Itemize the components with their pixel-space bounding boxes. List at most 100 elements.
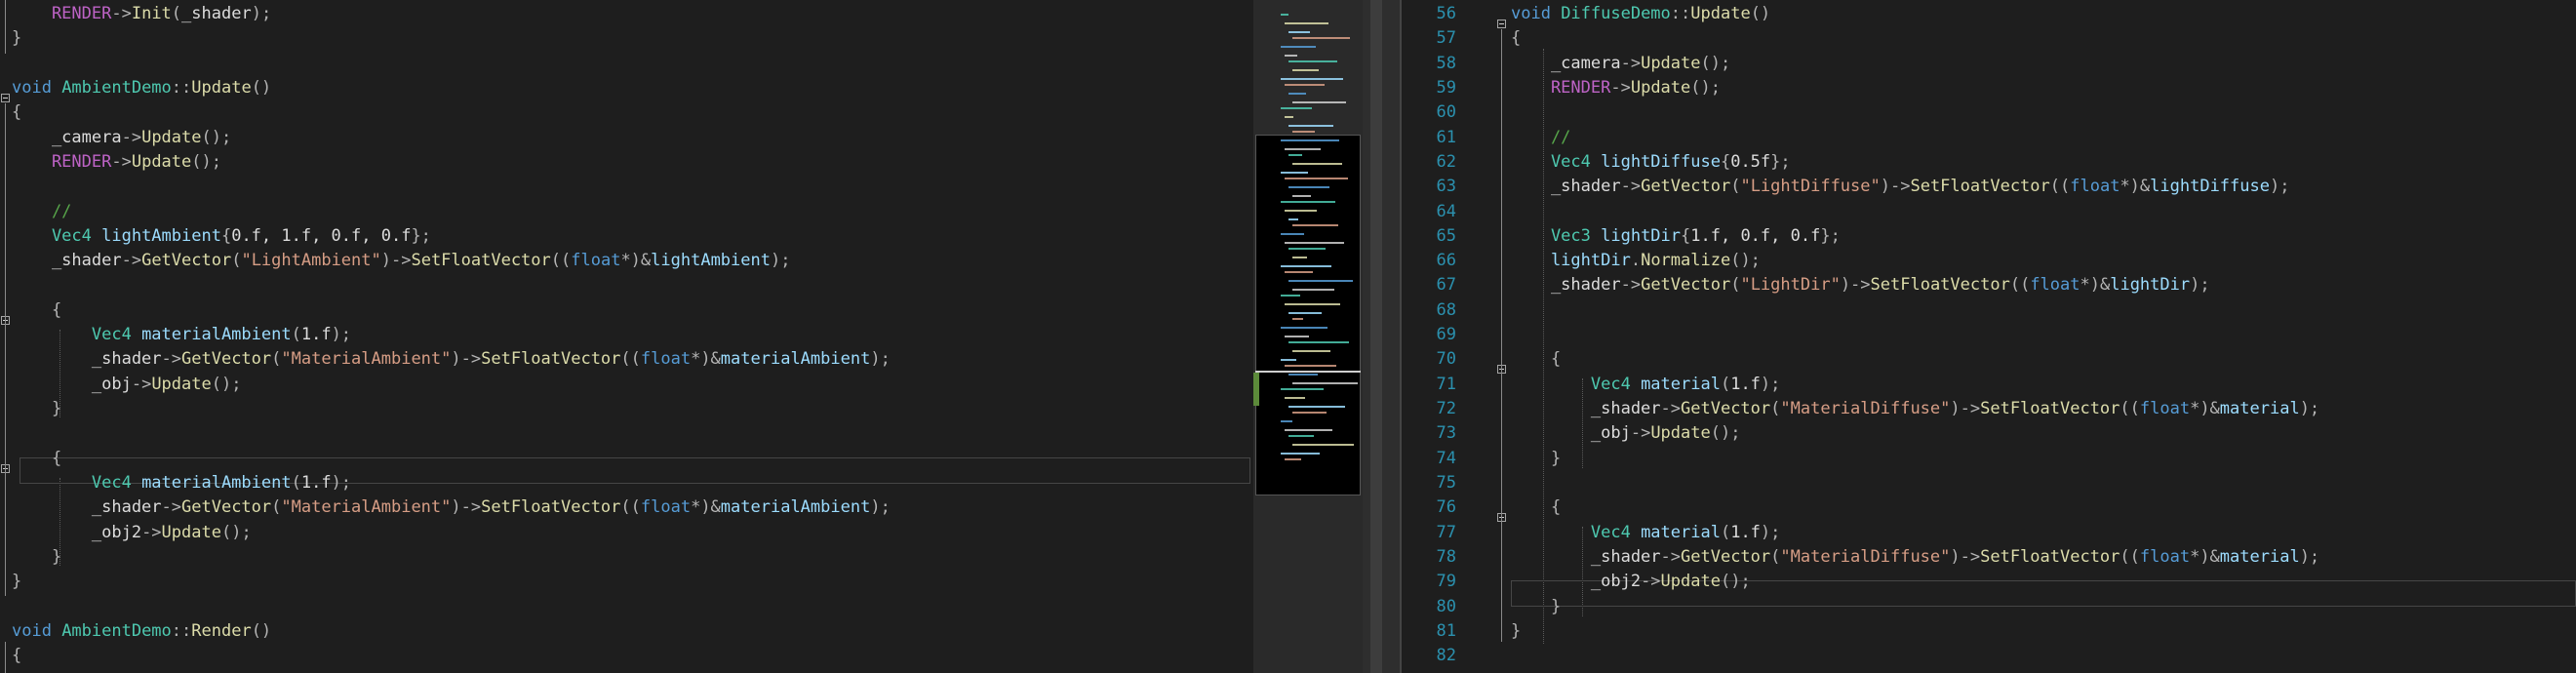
code-token: GetVector [181, 497, 272, 517]
code-token: _shader [12, 251, 122, 270]
line-number: 63 [1436, 177, 1456, 196]
code-token: ); [870, 497, 891, 517]
left-code-editor[interactable]: RENDER->Init(_shader);} void AmbientDemo:… [0, 0, 1253, 673]
fold-toggle-icon[interactable] [1, 94, 10, 102]
code-token: (); [1700, 54, 1731, 73]
code-token: Vec4 [12, 473, 142, 493]
code-text: _shader->GetVector("MaterialDiffuse")->S… [1511, 397, 2319, 421]
code-token: void [12, 78, 62, 98]
line-number: 78 [1436, 547, 1456, 567]
code-text: _camera->Update(); [12, 126, 231, 150]
code-token: -> [1660, 547, 1682, 567]
code-token: { [12, 646, 22, 665]
code-token: lightDir [1601, 226, 1682, 246]
code-text: { [12, 100, 21, 125]
code-token: ( [291, 325, 301, 344]
code-token: } [1511, 449, 1562, 468]
code-text: // [12, 200, 71, 224]
minimap-code-line [1281, 327, 1328, 329]
code-token: ( [271, 349, 282, 369]
code-token: -> [161, 349, 182, 369]
line-number: 65 [1436, 226, 1456, 246]
code-token: SetFloatVector [1980, 399, 2120, 418]
code-text: Vec4 material(1.f); [1511, 521, 1781, 545]
code-token: { [1511, 349, 1562, 369]
code-text: _shader->GetVector("LightDiffuse")->SetF… [1511, 175, 2290, 199]
code-token: float [2139, 399, 2191, 418]
code-text: _obj->Update(); [12, 373, 242, 397]
fold-region-line [5, 103, 6, 596]
minimap-code-line [1281, 46, 1316, 48]
minimap-code-line [1285, 242, 1344, 244]
code-token: Update [191, 78, 252, 98]
code-token: -> [141, 523, 162, 542]
code-token: "LightDir" [1740, 275, 1841, 295]
code-text: } [1511, 595, 1561, 619]
minimap-code-line [1285, 22, 1328, 24]
minimap-code-line [1292, 195, 1311, 197]
minimap-code-line [1281, 78, 1343, 80]
code-token: { [12, 300, 62, 320]
code-token: { [220, 226, 232, 246]
minimap-code-line [1281, 14, 1288, 16]
line-number: 82 [1436, 646, 1456, 665]
code-token: "LightAmbient" [241, 251, 381, 270]
code-text: Vec3 lightDir{1.f, 0.f, 0.f}; [1511, 224, 1841, 249]
code-token: )-> [451, 349, 482, 369]
scrollbar-track[interactable] [1370, 0, 1382, 673]
code-text: _obj->Update(); [1511, 421, 1741, 446]
code-token: -> [111, 4, 132, 23]
code-token: )-> [1880, 177, 1911, 196]
code-token: _shader [1511, 177, 1621, 196]
minimap-code-line [1292, 163, 1342, 165]
line-number: 77 [1436, 523, 1456, 542]
code-token: -> [121, 128, 142, 147]
minimap-code-line [1292, 224, 1338, 226]
code-token: *)& [620, 251, 652, 270]
code-token: (); [211, 375, 242, 394]
code-token: float [2070, 177, 2120, 196]
code-token: (( [550, 251, 572, 270]
line-number: 74 [1436, 449, 1456, 468]
vertical-scrollbar[interactable] [1363, 0, 1400, 673]
code-text: { [12, 644, 21, 668]
code-token: )-> [451, 497, 482, 517]
code-text: { [1511, 26, 1521, 51]
code-token: }; [1770, 152, 1791, 172]
line-number: 71 [1436, 375, 1456, 394]
code-token: 1.f [1730, 375, 1761, 394]
code-token: -> [1620, 54, 1642, 73]
code-token: }; [1820, 226, 1841, 246]
minimap-code-line [1285, 178, 1348, 179]
code-token: { [12, 449, 62, 468]
line-number: 56 [1436, 4, 1456, 23]
minimap-code-line [1285, 84, 1325, 86]
code-token: Update [1630, 78, 1691, 98]
minimap-code-line [1285, 365, 1336, 367]
code-text: { [12, 447, 61, 471]
minimap-code-line [1292, 69, 1319, 71]
code-token: ( [1770, 399, 1781, 418]
code-text: } [12, 570, 21, 594]
right-code-editor[interactable]: 5556void DiffuseDemo::Update()57{58 _cam… [1402, 0, 2576, 673]
code-token: RENDER [1511, 78, 1611, 98]
code-token: float [2030, 275, 2081, 295]
minimap-code-line [1288, 60, 1337, 62]
code-token: ); [251, 4, 272, 23]
minimap-code-line [1281, 295, 1300, 297]
code-token: Update [151, 375, 212, 394]
minimap-viewport[interactable] [1255, 135, 1361, 495]
code-token: Update [161, 523, 221, 542]
code-text: void AmbientDemo::Update() [12, 76, 271, 100]
fold-toggle-icon[interactable] [1497, 20, 1506, 28]
fold-region-line [1501, 29, 1502, 642]
minimap-code-line [1281, 265, 1331, 267]
code-token: -> [1620, 275, 1642, 295]
code-token: DiffuseDemo [1561, 4, 1671, 23]
code-token: ( [231, 251, 242, 270]
code-token: _shader [1511, 275, 1621, 295]
code-minimap[interactable] [1253, 0, 1363, 673]
code-token: Render [191, 621, 252, 641]
line-number: 69 [1436, 325, 1456, 344]
code-token: "MaterialDiffuse" [1780, 547, 1951, 567]
